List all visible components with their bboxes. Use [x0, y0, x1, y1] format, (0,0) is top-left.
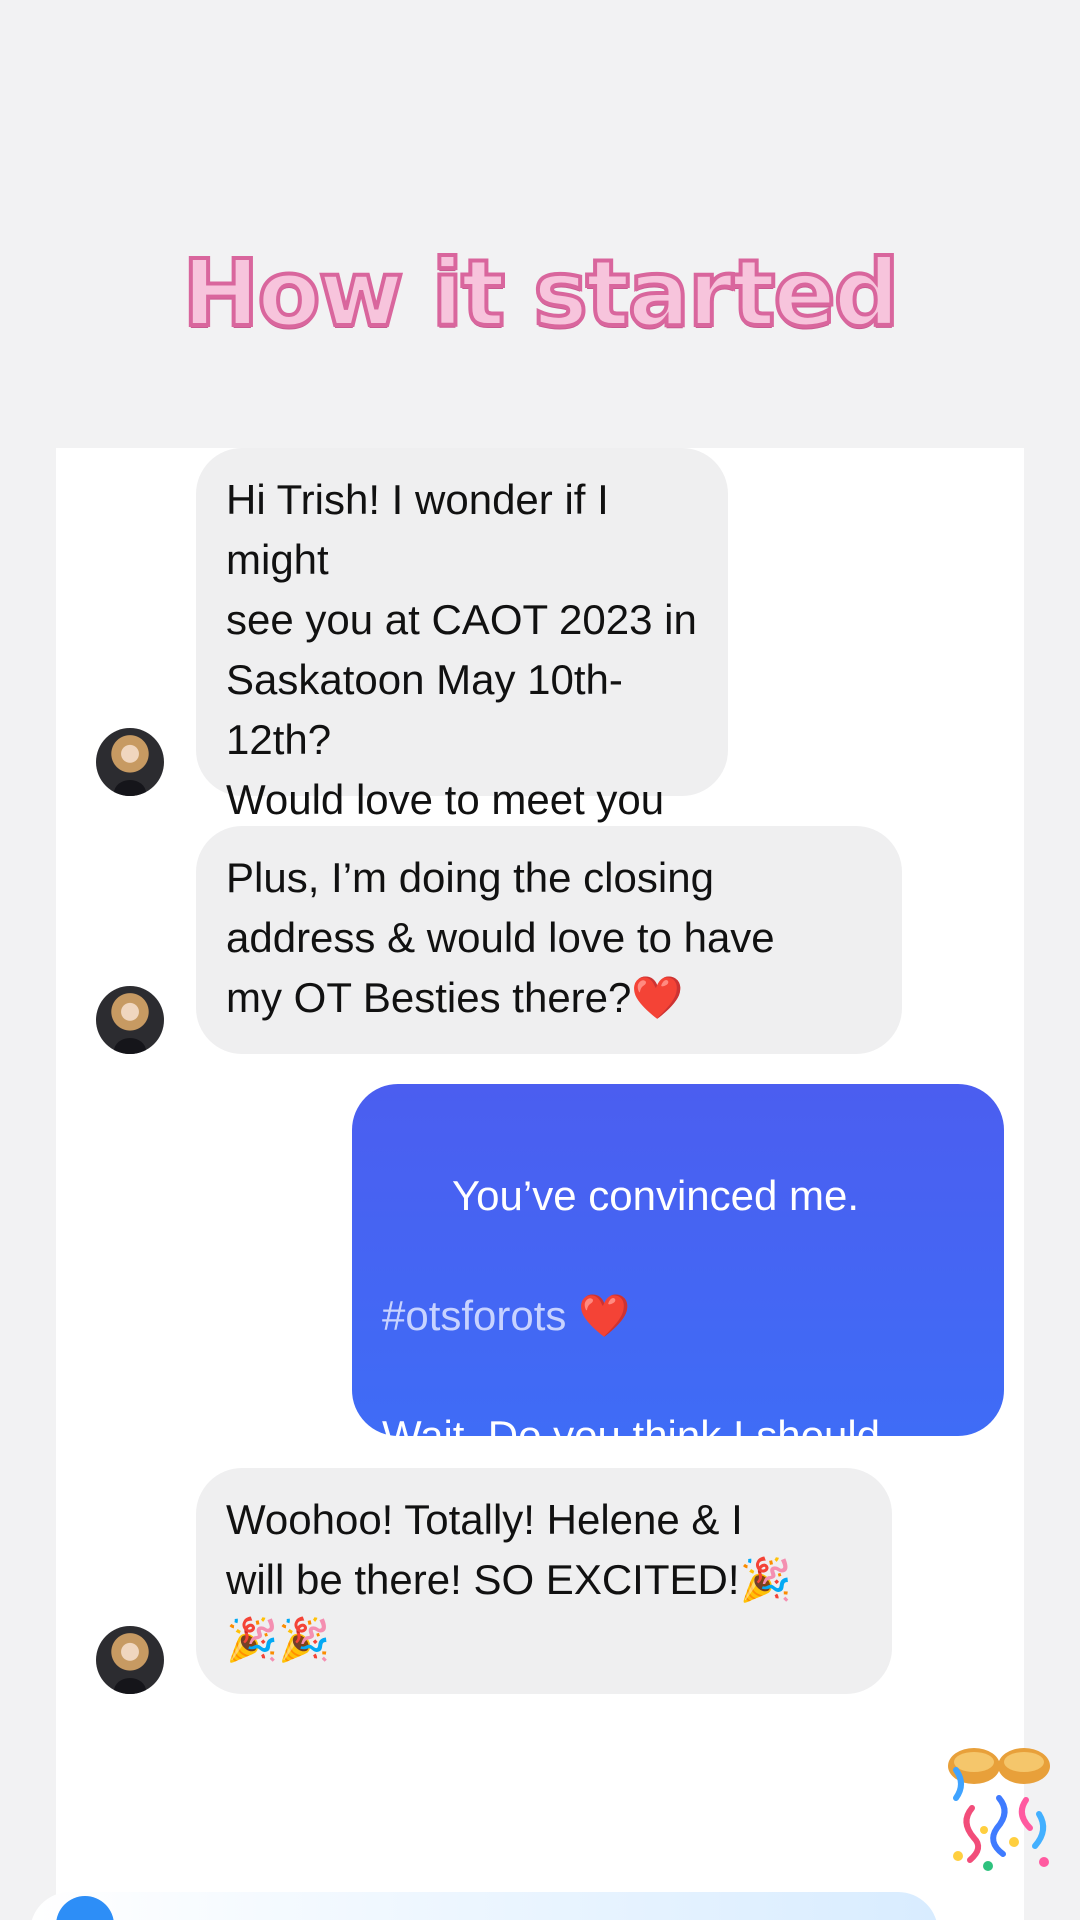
contact-avatar-icon[interactable]	[96, 728, 164, 796]
hashtag-link[interactable]: #otsforots	[382, 1292, 566, 1339]
message-line: You’ve convinced me.	[452, 1172, 860, 1219]
camera-button[interactable]	[56, 1896, 114, 1920]
overlay-title: How it started	[180, 240, 901, 347]
incoming-message-bubble[interactable]: Plus, I’m doing the closing address & wo…	[196, 826, 902, 1054]
message-text: ❤️	[566, 1292, 631, 1339]
incoming-message-bubble[interactable]: Hi Trish! I wonder if I might see you at…	[196, 448, 728, 943]
message-thread[interactable]: Hi Trish! I wonder if I might see you at…	[56, 448, 1024, 1920]
incoming-message-bubble[interactable]: Woohoo! Totally! Helene & I will be ther…	[196, 1468, 892, 1694]
message-composer[interactable]	[30, 1892, 938, 1920]
outgoing-message-bubble[interactable]: You’ve convinced me. #otsforots ❤️ Wait.…	[352, 1084, 1004, 1579]
screen: How it started Hi Trish! I wonder if I m…	[0, 0, 1080, 1920]
contact-avatar-icon[interactable]	[96, 986, 164, 1054]
contact-avatar-icon[interactable]	[96, 1626, 164, 1694]
party-popper-sticker-icon	[948, 1748, 1050, 1871]
